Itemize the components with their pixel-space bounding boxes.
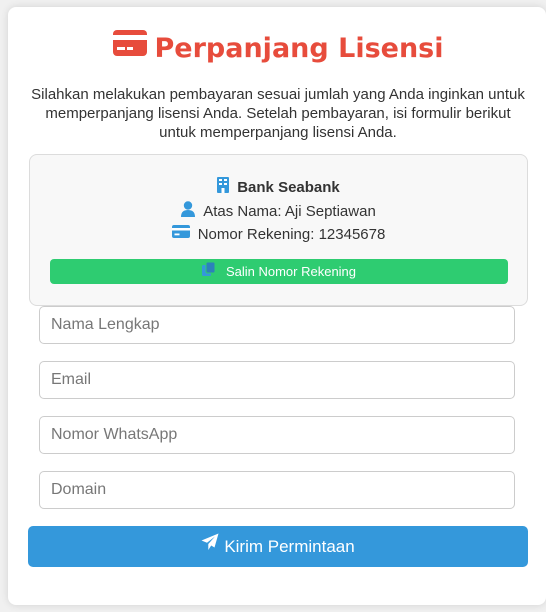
copy-account-button[interactable]: Salin Nomor Rekening bbox=[50, 259, 508, 284]
user-icon bbox=[181, 200, 196, 221]
bank-name: Bank Seabank bbox=[237, 179, 340, 196]
copy-account-label: Salin Nomor Rekening bbox=[225, 264, 357, 279]
copy-icon bbox=[201, 259, 216, 284]
whatsapp-input[interactable] bbox=[39, 416, 515, 454]
page-title: Perpanjang Lisensi bbox=[8, 30, 546, 64]
paper-plane-icon bbox=[201, 525, 219, 566]
account-number-row: Nomor Rekening: 12345678 bbox=[30, 225, 527, 243]
submit-label: Kirim Permintaan bbox=[224, 537, 355, 556]
account-number: Nomor Rekening: 12345678 bbox=[197, 226, 386, 243]
domain-input[interactable] bbox=[39, 471, 515, 509]
page-title-text: Perpanjang Lisensi bbox=[154, 33, 444, 64]
credit-card-icon bbox=[112, 30, 147, 63]
instructions-text: Silahkan melakukan pembayaran sesuai jum… bbox=[31, 86, 525, 141]
credit-card-icon bbox=[171, 225, 190, 242]
bank-name-row: Bank Seabank bbox=[30, 176, 527, 197]
email-input[interactable] bbox=[39, 361, 515, 399]
bank-info-box: Bank Seabank Atas Nama: Aji Septiawan No… bbox=[29, 154, 528, 306]
account-holder-row: Atas Nama: Aji Septiawan bbox=[30, 200, 527, 221]
license-card: Perpanjang Lisensi Silahkan melakukan pe… bbox=[8, 7, 546, 605]
full-name-input[interactable] bbox=[39, 306, 515, 344]
building-icon bbox=[217, 176, 230, 197]
account-holder: Atas Nama: Aji Septiawan bbox=[203, 203, 376, 220]
submit-request-button[interactable]: Kirim Permintaan bbox=[28, 526, 528, 567]
